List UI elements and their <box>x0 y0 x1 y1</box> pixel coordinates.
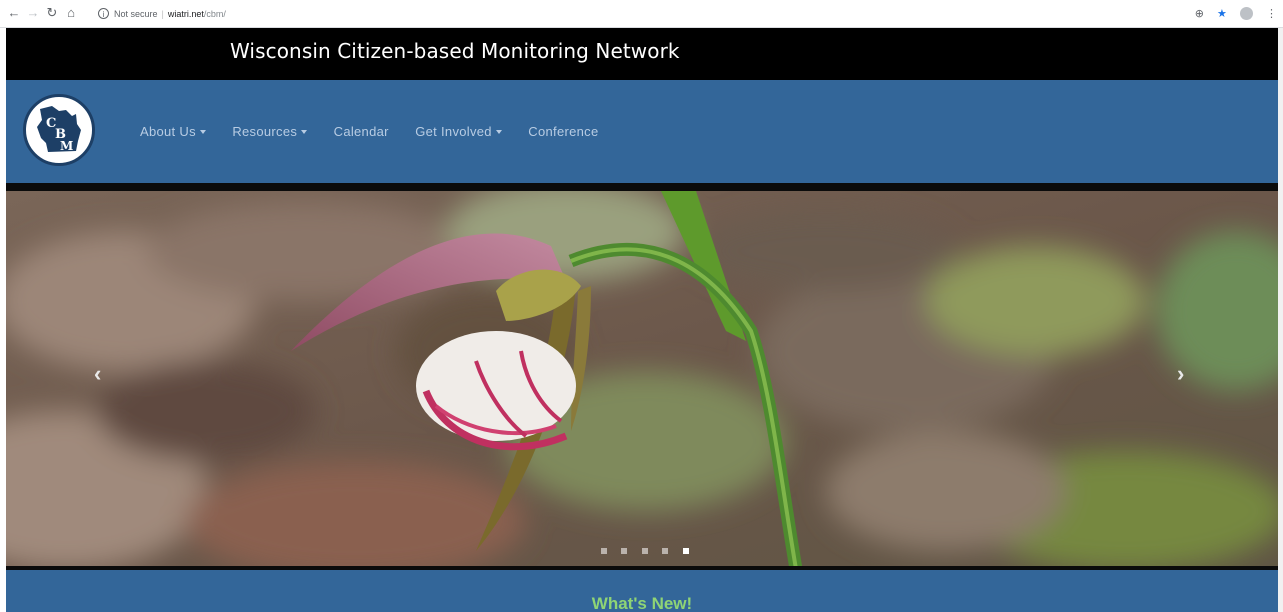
title-bar: Wisconsin Citizen-based Monitoring Netwo… <box>6 28 1278 80</box>
menu-icon[interactable]: ⋮ <box>1266 5 1277 23</box>
main-navbar: C B M About Us Resources Calendar Get In… <box>6 80 1278 183</box>
nav-resources-label: Resources <box>232 124 298 139</box>
carousel-indicator[interactable] <box>621 548 628 554</box>
carousel-indicator[interactable] <box>662 548 669 554</box>
page-scrollbar[interactable] <box>1278 28 1283 612</box>
back-icon[interactable]: ← <box>6 5 22 21</box>
nav-calendar[interactable]: Calendar <box>334 124 389 139</box>
caret-down-icon <box>495 129 502 134</box>
star-icon[interactable]: ★ <box>1217 5 1227 23</box>
whats-new-heading: What's New! <box>591 594 693 612</box>
nav-menu: About Us Resources Calendar Get Involved… <box>140 123 621 141</box>
omnibox-separator: | <box>161 9 164 19</box>
carousel-indicator[interactable] <box>601 548 607 554</box>
carousel-indicator[interactable] <box>641 548 648 554</box>
url-host: wiatri.net <box>167 9 204 19</box>
nav-conference-label: Conference <box>528 124 599 139</box>
nav-conference[interactable]: Conference <box>528 124 598 139</box>
caret-down-icon <box>301 129 308 134</box>
logo-letter-m: M <box>60 139 73 153</box>
nav-calendar-label: Calendar <box>333 124 389 139</box>
url-path: /cbm/ <box>203 9 226 19</box>
caret-down-icon <box>199 129 206 134</box>
forward-icon[interactable]: → <box>25 5 41 21</box>
carousel-indicator-active[interactable] <box>682 548 689 554</box>
wisconsin-map-logo-icon: C B M <box>37 106 81 153</box>
website: Wisconsin Citizen-based Monitoring Netwo… <box>6 28 1278 612</box>
nav-get-involved-label: Get Involved <box>415 124 492 139</box>
home-icon[interactable]: ⌂ <box>63 5 79 21</box>
browser-toolbar: ← → ↻ ⌂ i Not secure | wiatri.net/cbm/ ⊕ ★ … <box>0 0 1283 28</box>
profile-icon[interactable] <box>1239 6 1253 20</box>
browser-actions: ⊕ ★ ⋮ <box>1185 5 1277 23</box>
nav-about-us-label: About Us <box>140 124 196 139</box>
info-icon[interactable]: i <box>98 8 109 20</box>
navbar-divider <box>6 183 1278 191</box>
carousel-prev-icon[interactable]: ‹ <box>94 363 101 385</box>
cbm-logo[interactable]: C B M <box>23 94 95 166</box>
security-label: Not secure <box>114 9 158 19</box>
hero-carousel: ‹ › <box>6 191 1278 569</box>
carousel-indicators <box>601 541 699 559</box>
reload-icon[interactable]: ↻ <box>44 5 60 21</box>
nav-about-us[interactable]: About Us <box>140 124 206 139</box>
orchid-photo <box>6 191 1278 569</box>
site-title: Wisconsin Citizen-based Monitoring Netwo… <box>230 39 680 63</box>
nav-resources[interactable]: Resources <box>232 124 308 139</box>
zoom-icon[interactable]: ⊕ <box>1195 5 1204 23</box>
carousel-next-icon[interactable]: › <box>1177 363 1184 385</box>
whats-new-section: What's New! <box>6 570 1278 612</box>
address-bar[interactable]: i Not secure | wiatri.net/cbm/ <box>98 5 1218 23</box>
nav-get-involved[interactable]: Get Involved <box>415 124 502 139</box>
